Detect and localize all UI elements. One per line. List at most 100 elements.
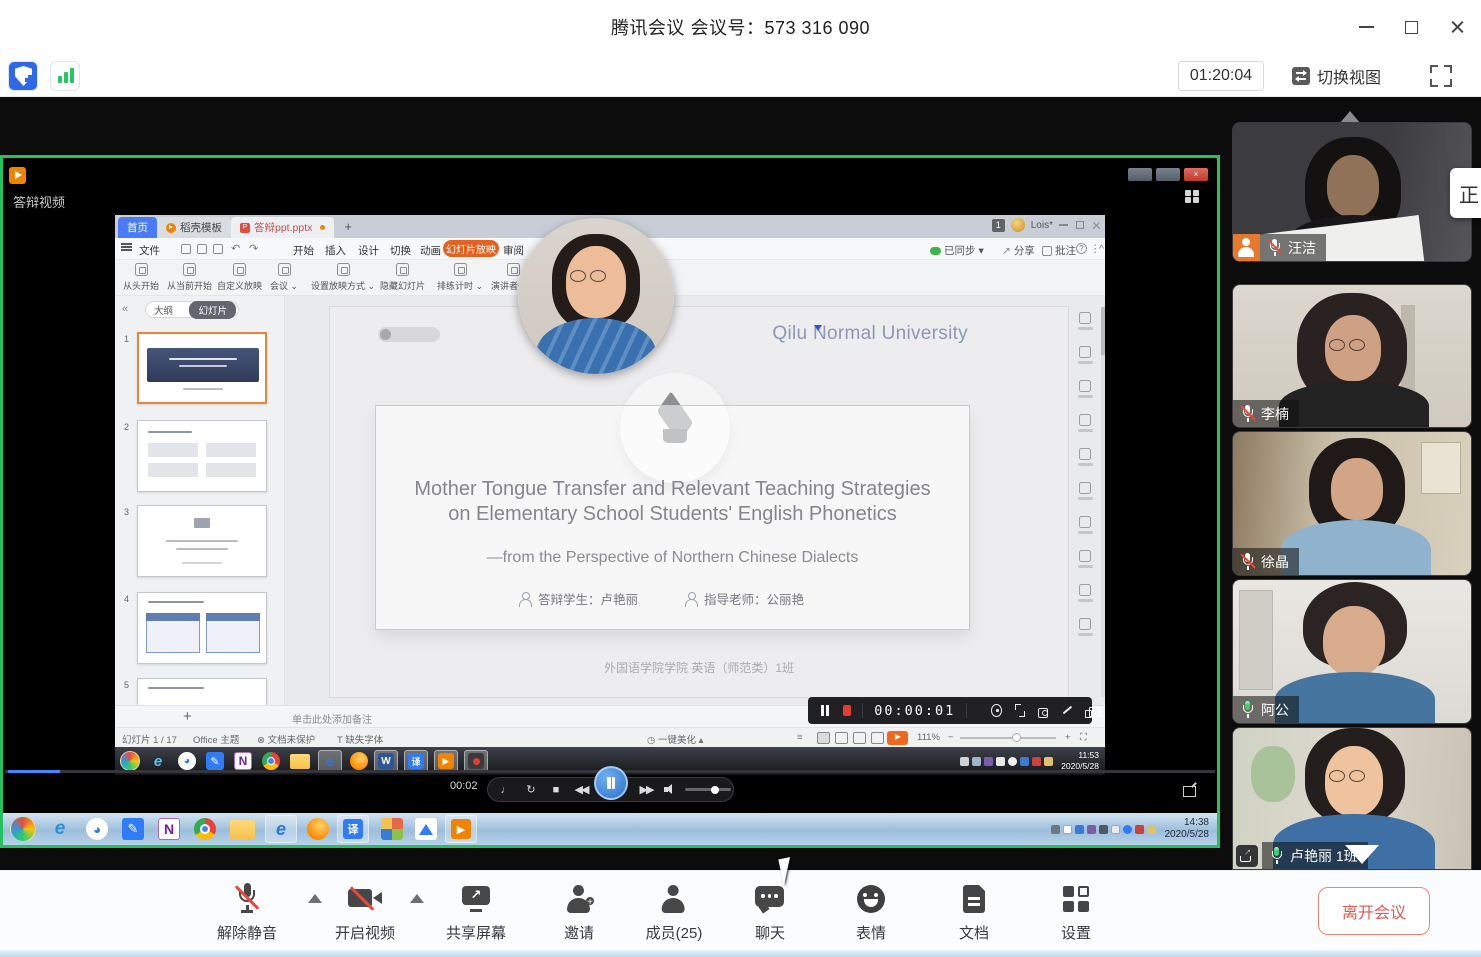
taskbar-chrome-icon[interactable] bbox=[194, 818, 216, 840]
status-theme[interactable]: Office 主题 bbox=[193, 732, 239, 746]
side-tool[interactable] bbox=[1071, 312, 1099, 346]
notes-toggle-icon[interactable]: ≡ bbox=[797, 732, 803, 743]
tab-document[interactable]: P答辩ppt.pptx bbox=[231, 217, 334, 238]
collapse-ribbon-icon[interactable]: ^ bbox=[1099, 243, 1104, 255]
rewind-icon[interactable]: ◀◀ bbox=[574, 783, 588, 797]
ribbon-from-current[interactable]: 从当前开始 bbox=[167, 263, 212, 292]
status-protection[interactable]: ⊗ 文档未保护 bbox=[257, 732, 315, 746]
taskbar-photos-icon[interactable] bbox=[381, 818, 403, 840]
recording-camera-icon[interactable] bbox=[1038, 708, 1049, 718]
taskbar-folder-icon[interactable] bbox=[230, 820, 255, 839]
shared-screen[interactable]: 答辩视频 × 首页 稻壳模板 P答辩ppt.pptx + bbox=[0, 155, 1220, 848]
share-screen-button[interactable]: ↗ 共享屏幕 bbox=[446, 882, 506, 943]
video-system-tray[interactable]: 11:532020/5/28 bbox=[960, 750, 1099, 771]
recording-stop-icon[interactable] bbox=[843, 705, 852, 716]
meeting-security-button[interactable] bbox=[8, 61, 38, 91]
tab-home[interactable]: 首页 bbox=[118, 217, 157, 238]
recording-focus-icon[interactable] bbox=[991, 704, 1002, 717]
slide-thumbnail-row[interactable]: 3 bbox=[115, 505, 285, 581]
ribbon-hide-slide[interactable]: 隐藏幻灯片 bbox=[380, 263, 425, 292]
zoom-slider-thumb[interactable] bbox=[1012, 733, 1021, 742]
fullscreen-button[interactable] bbox=[1428, 63, 1454, 89]
zoom-in-icon[interactable]: + bbox=[1065, 732, 1071, 743]
panel-tab-slides[interactable]: 幻灯片 bbox=[189, 301, 236, 319]
normal-view-icon[interactable] bbox=[817, 732, 830, 744]
playlist-icon[interactable] bbox=[1185, 190, 1200, 203]
start-video-button[interactable]: 开启视频 bbox=[335, 882, 395, 943]
switch-view-button[interactable]: 切换视图 bbox=[1292, 61, 1381, 91]
side-tool[interactable] bbox=[1071, 346, 1099, 380]
taskbar-translate-icon[interactable]: 译 bbox=[337, 815, 369, 843]
participant-tile[interactable]: 汪洁 bbox=[1232, 122, 1472, 262]
taskbar-edge-icon[interactable]: e bbox=[265, 815, 297, 843]
karaoke-icon[interactable]: ♩ bbox=[499, 783, 513, 797]
file-menu[interactable]: 文件 bbox=[139, 243, 160, 258]
slide-scrollbar[interactable] bbox=[1101, 307, 1105, 697]
zoom-out-icon[interactable]: − bbox=[948, 732, 954, 743]
slide-thumbnail-row[interactable]: 5 bbox=[115, 678, 285, 705]
recording-shrink-icon[interactable] bbox=[1015, 704, 1025, 717]
slide-thumbnail-row[interactable]: 1 bbox=[115, 332, 285, 408]
panel-tabs[interactable]: 大纲 幻灯片 bbox=[145, 301, 239, 318]
menu-animation[interactable]: 动画 bbox=[420, 243, 441, 258]
close-button[interactable] bbox=[1440, 13, 1474, 41]
ribbon-setup-show[interactable]: 设置放映方式 ⌄ bbox=[311, 263, 375, 292]
slide-thumbnail-2[interactable] bbox=[137, 420, 267, 492]
ribbon-from-beginning[interactable]: 从头开始 bbox=[123, 263, 159, 292]
undo-icon[interactable]: ↶ bbox=[231, 242, 240, 255]
zoom-slider[interactable] bbox=[960, 737, 1056, 739]
video-options-caret[interactable] bbox=[410, 894, 424, 903]
stop-icon[interactable]: ■ bbox=[549, 783, 563, 797]
slide-thumbnail-1[interactable] bbox=[137, 332, 267, 404]
video-taskbar-ie-icon[interactable]: e bbox=[148, 751, 168, 771]
tab-docer[interactable]: 稻壳模板 bbox=[157, 217, 231, 238]
ribbon-rehearse[interactable]: 排练计时 ⌄ bbox=[437, 263, 483, 292]
video-taskbar-word-icon[interactable]: W bbox=[374, 750, 398, 772]
volume-thumb[interactable] bbox=[711, 786, 719, 794]
side-tool[interactable] bbox=[1071, 482, 1099, 516]
hamburger-icon[interactable] bbox=[121, 246, 132, 248]
video-start-orb-icon[interactable] bbox=[120, 751, 140, 771]
video-taskbar-edge-icon[interactable]: e bbox=[318, 750, 342, 772]
video-taskbar-translate-icon[interactable]: 译 bbox=[404, 750, 428, 772]
recording-toolbar[interactable]: 00:00:01 bbox=[808, 697, 1092, 724]
slide-thumbnail-row[interactable]: 2 bbox=[115, 420, 285, 496]
video-taskbar-pen-icon[interactable]: ✎ bbox=[206, 752, 224, 770]
participant-tile[interactable]: 阿公 bbox=[1232, 579, 1472, 724]
side-tool[interactable] bbox=[1071, 448, 1099, 482]
side-tool[interactable] bbox=[1071, 516, 1099, 550]
participant-tile[interactable]: 徐晶 bbox=[1232, 431, 1472, 576]
ribbon-custom-show[interactable]: 自定义放映 bbox=[217, 263, 262, 292]
fit-slide-icon[interactable]: ⛶ bbox=[1080, 732, 1087, 743]
sync-status[interactable]: 已同步 ▾ bbox=[930, 243, 984, 258]
comment-button[interactable]: 批注 bbox=[1042, 243, 1076, 258]
menu-start[interactable]: 开始 bbox=[293, 243, 314, 258]
taskbar-quark-icon[interactable]: ◕ bbox=[86, 818, 108, 840]
scroll-down-icon[interactable] bbox=[1345, 845, 1379, 864]
video-taskbar-firefox-icon[interactable] bbox=[350, 752, 368, 770]
player-minimize-icon[interactable] bbox=[1128, 168, 1152, 181]
preview-icon[interactable] bbox=[213, 244, 223, 254]
reading-view-icon[interactable] bbox=[853, 732, 866, 744]
recording-window-icon[interactable] bbox=[1085, 710, 1092, 718]
side-tool[interactable] bbox=[1071, 550, 1099, 584]
chat-button[interactable]: 聊天 bbox=[755, 882, 785, 943]
wps-window-controls[interactable] bbox=[1059, 221, 1101, 230]
taskbar-ie-icon[interactable]: e bbox=[48, 817, 72, 841]
player-window-controls[interactable]: × bbox=[1128, 168, 1208, 181]
add-slide-button[interactable]: + bbox=[183, 708, 192, 725]
slide-thumbnail-row[interactable]: 4 bbox=[115, 592, 285, 668]
slide-thumbnail-5[interactable] bbox=[137, 678, 267, 705]
slide-thumbnail-3[interactable] bbox=[137, 505, 267, 577]
video-taskbar-player-icon[interactable]: ▶ bbox=[434, 750, 458, 772]
taskbar-firefox-icon[interactable] bbox=[307, 818, 329, 840]
side-tool[interactable] bbox=[1071, 584, 1099, 618]
members-button[interactable]: 成员(25) bbox=[646, 882, 703, 943]
maximize-button[interactable] bbox=[1394, 13, 1428, 41]
player-close-icon[interactable]: × bbox=[1184, 168, 1208, 181]
new-tab-button[interactable]: + bbox=[344, 215, 352, 238]
menu-insert[interactable]: 插入 bbox=[325, 243, 346, 258]
unmute-button[interactable]: 解除静音 bbox=[217, 882, 277, 943]
recording-pen-icon[interactable] bbox=[1061, 704, 1071, 717]
invite-button[interactable]: + 邀请 bbox=[564, 882, 594, 943]
